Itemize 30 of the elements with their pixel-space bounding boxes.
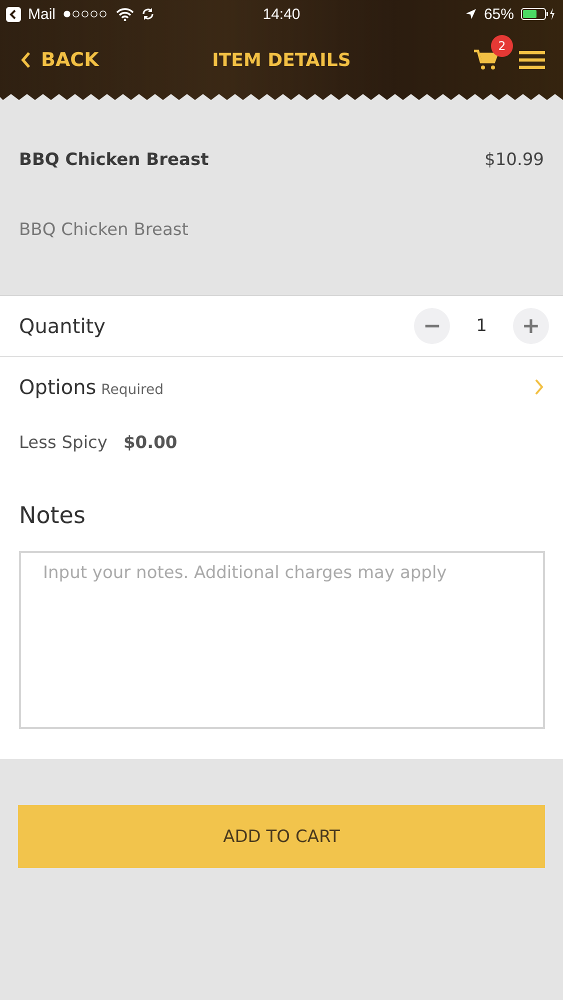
add-to-cart-button[interactable]: ADD TO CART <box>18 805 545 868</box>
decrease-button[interactable]: − <box>414 308 450 344</box>
notes-field[interactable]: Input your notes. Additional charges may apply <box>19 551 545 729</box>
signal-icon <box>62 10 109 18</box>
battery-charging-icon <box>521 7 555 21</box>
increase-button[interactable]: + <box>513 308 549 344</box>
page-title: ITEM DETAILS <box>212 50 351 70</box>
item-description: BBQ Chicken Breast <box>19 220 190 240</box>
quantity-label: Quantity <box>19 314 106 338</box>
back-app-label[interactable]: Mail <box>28 6 56 22</box>
menu-icon[interactable] <box>519 50 545 70</box>
location-icon <box>464 8 477 20</box>
battery-percent: 65% <box>484 6 514 22</box>
cart-button[interactable]: 2 <box>474 35 513 71</box>
cart-icon <box>474 49 499 71</box>
notes-heading: Notes <box>19 503 86 529</box>
required-hint: Required <box>101 382 164 398</box>
item-price: $10.99 <box>484 150 544 170</box>
wifi-icon <box>116 8 134 20</box>
item-name: BBQ Chicken Breast <box>19 150 209 170</box>
options-label: Options <box>19 375 96 399</box>
back-button[interactable]: BACK <box>20 49 99 71</box>
option-name: Less Spicy <box>19 433 108 453</box>
sync-icon <box>140 7 155 21</box>
cart-count-badge: 2 <box>491 35 513 57</box>
chevron-left-icon <box>20 51 31 69</box>
status-time: 14:40 <box>262 6 300 22</box>
quantity-value: 1 <box>476 316 487 336</box>
back-app-icon <box>6 6 21 22</box>
option-price: $0.00 <box>123 433 178 453</box>
